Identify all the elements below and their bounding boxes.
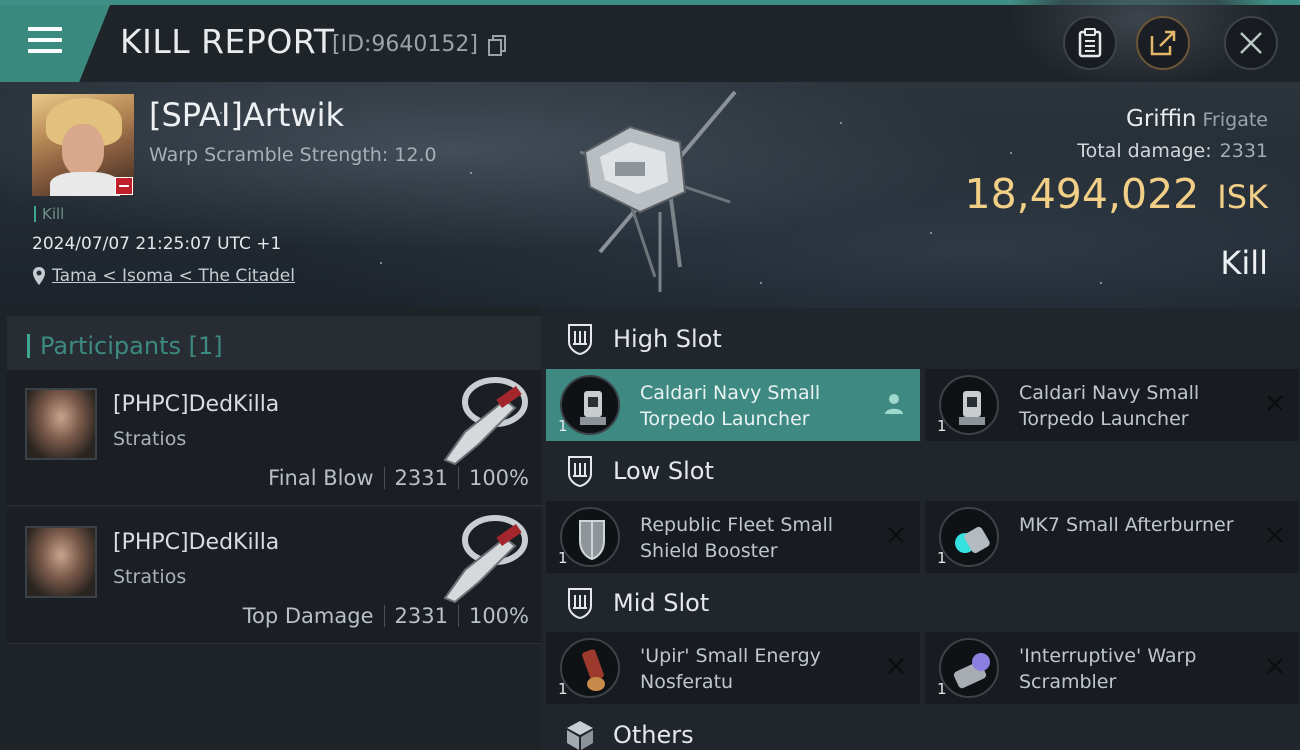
slot-shield-icon bbox=[568, 456, 592, 488]
victim-ship-render bbox=[560, 82, 760, 302]
close-button[interactable] bbox=[1224, 16, 1278, 70]
header-bar: KILL REPORT [ID:9640152] bbox=[0, 0, 1300, 90]
module-name: Caldari Navy Small Torpedo Launcher bbox=[640, 382, 821, 430]
standing-badge-icon bbox=[115, 177, 133, 195]
close-icon[interactable] bbox=[1263, 654, 1287, 678]
participant-ship: Stratios bbox=[113, 566, 187, 588]
participant-stats: Final Blow 2331 100% bbox=[268, 466, 529, 490]
fitted-module[interactable]: 1 Caldari Navy Small Torpedo Launcher bbox=[925, 369, 1299, 441]
participant-name: [PHPC]DedKilla bbox=[113, 392, 280, 417]
participant-row[interactable]: [PHPC]DedKilla Stratios Final Blow 2331 … bbox=[7, 370, 541, 506]
close-icon[interactable] bbox=[884, 523, 908, 547]
location-text: Tama < Isoma < The Citadel bbox=[52, 266, 295, 286]
participant-stats: Top Damage 2331 100% bbox=[242, 604, 529, 628]
fitted-module[interactable]: 1 'Interruptive' Warp Scrambler bbox=[925, 632, 1299, 704]
low-slot-header: Low Slot bbox=[541, 440, 1300, 502]
participant-ship-render bbox=[435, 510, 531, 606]
share-button[interactable] bbox=[1136, 16, 1190, 70]
participant-avatar bbox=[25, 388, 97, 460]
fitted-module[interactable]: 1 Republic Fleet Small Shield Booster bbox=[546, 501, 920, 573]
location-pin-icon bbox=[33, 267, 45, 285]
clipboard-icon bbox=[1078, 28, 1102, 58]
kill-location-link[interactable]: Tama < Isoma < The Citadel bbox=[32, 266, 295, 286]
afterburner-icon bbox=[939, 507, 999, 567]
participant-ship-render bbox=[435, 372, 531, 468]
participant-ship: Stratios bbox=[113, 428, 187, 450]
torpedo-launcher-icon bbox=[560, 375, 620, 435]
warp-scramble-strength: Warp Scramble Strength: 12.0 bbox=[149, 144, 437, 166]
fitted-module[interactable]: 1 Caldari Navy Small Torpedo Launcher bbox=[546, 369, 920, 441]
person-icon[interactable] bbox=[884, 393, 904, 415]
warp-scrambler-icon bbox=[939, 638, 999, 698]
victim-ship-name[interactable]: Griffin Frigate bbox=[1126, 106, 1268, 132]
cube-icon bbox=[567, 721, 593, 750]
mid-slot-header: Mid Slot bbox=[541, 572, 1300, 634]
kill-tag: Kill bbox=[34, 206, 64, 222]
fitting-panel: High Slot 1 Caldari Navy Small Torpedo L… bbox=[541, 308, 1300, 750]
participants-header[interactable]: Participants [1] bbox=[7, 316, 541, 374]
module-name: 'Upir' Small Energy Nosferatu bbox=[640, 645, 821, 693]
share-icon bbox=[1150, 30, 1176, 56]
fitted-module[interactable]: 1 'Upir' Small Energy Nosferatu bbox=[546, 632, 920, 704]
participant-name: [PHPC]DedKilla bbox=[113, 530, 280, 555]
participants-panel: Participants [1] [PHPC]DedKilla Stratios… bbox=[0, 308, 541, 750]
victim-banner: [SPAI]Artwik Warp Scramble Strength: 12.… bbox=[0, 82, 1300, 308]
module-name: MK7 Small Afterburner bbox=[1019, 514, 1234, 536]
high-slot-header: High Slot bbox=[541, 308, 1300, 370]
victim-name[interactable]: [SPAI]Artwik bbox=[149, 96, 344, 134]
total-damage: Total damage: 2331 bbox=[1077, 140, 1268, 162]
report-result: Kill bbox=[1220, 244, 1268, 282]
menu-button[interactable] bbox=[0, 5, 110, 82]
module-name: Republic Fleet Small Shield Booster bbox=[640, 514, 834, 562]
energy-nosferatu-icon bbox=[560, 638, 620, 698]
slot-shield-icon bbox=[568, 324, 592, 356]
kill-datetime: 2024/07/07 21:25:07 UTC +1 bbox=[32, 234, 282, 254]
report-id: [ID:9640152] bbox=[332, 32, 478, 57]
copy-icon[interactable] bbox=[487, 35, 507, 57]
shield-booster-icon bbox=[560, 507, 620, 567]
clipboard-button[interactable] bbox=[1063, 16, 1117, 70]
close-icon[interactable] bbox=[1263, 523, 1287, 547]
module-name: Caldari Navy Small Torpedo Launcher bbox=[1019, 382, 1200, 430]
others-header[interactable]: Others bbox=[541, 704, 1300, 750]
fitted-module[interactable]: 1 MK7 Small Afterburner bbox=[925, 501, 1299, 573]
module-name: 'Interruptive' Warp Scrambler bbox=[1019, 645, 1197, 693]
page-title: KILL REPORT bbox=[120, 22, 335, 61]
close-icon bbox=[1240, 32, 1262, 54]
close-icon[interactable] bbox=[884, 654, 908, 678]
slot-shield-icon bbox=[568, 588, 592, 620]
participant-avatar bbox=[25, 526, 97, 598]
torpedo-launcher-icon bbox=[939, 375, 999, 435]
isk-value: 18,494,022 ISK bbox=[964, 170, 1268, 218]
participant-row[interactable]: [PHPC]DedKilla Stratios Top Damage 2331 … bbox=[7, 508, 541, 644]
close-icon[interactable] bbox=[1263, 391, 1287, 415]
